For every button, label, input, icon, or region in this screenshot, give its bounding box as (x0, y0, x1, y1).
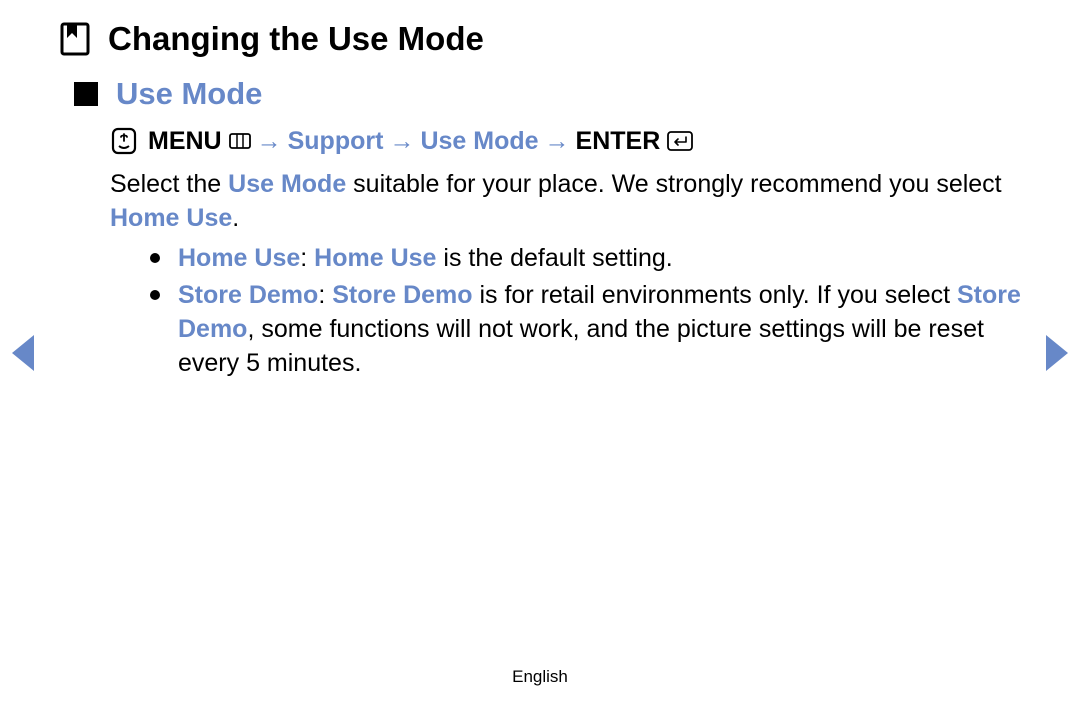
home-use-term: Home Use (314, 244, 436, 272)
home-use-term: Home Use (178, 244, 300, 272)
list-item: Store Demo: Store Demo is for retail env… (150, 279, 1030, 380)
menu-button-icon (229, 133, 251, 149)
text-fragment: : (318, 281, 332, 309)
text-fragment: is the default setting. (436, 244, 672, 272)
square-bullet-icon (74, 82, 98, 106)
prev-page-arrow[interactable] (12, 335, 34, 371)
intro-paragraph: Select the Use Mode suitable for your pl… (110, 168, 1030, 236)
arrow-separator: → (545, 127, 570, 156)
section-header: Use Mode (60, 76, 1030, 112)
enter-label: ENTER (576, 127, 661, 156)
support-label: Support (288, 127, 384, 156)
arrow-separator: → (389, 127, 414, 156)
home-use-term: Home Use (110, 204, 232, 232)
text-fragment: suitable for your place. We strongly rec… (346, 170, 1001, 198)
menu-navigation-path: MENU → Support → Use Mode → ENTER (110, 126, 1030, 156)
next-page-arrow[interactable] (1046, 335, 1068, 371)
menu-label: MENU (148, 127, 222, 156)
text-fragment: . (232, 204, 239, 232)
text-fragment: Select the (110, 170, 228, 198)
chapter-title: Changing the Use Mode (108, 20, 484, 58)
footer-language: English (0, 667, 1080, 687)
text-fragment: , some functions will not work, and the … (178, 315, 984, 377)
use-mode-label: Use Mode (420, 127, 538, 156)
enter-button-icon (667, 131, 693, 151)
options-list: Home Use: Home Use is the default settin… (150, 242, 1030, 381)
chapter-header: Changing the Use Mode (60, 20, 1030, 58)
text-fragment: : (300, 244, 314, 272)
bookmark-icon (60, 22, 90, 56)
list-item: Home Use: Home Use is the default settin… (150, 242, 1030, 276)
use-mode-term: Use Mode (228, 170, 346, 198)
text-fragment: is for retail environments only. If you … (473, 281, 957, 309)
remote-icon (110, 126, 138, 156)
arrow-separator: → (257, 127, 282, 156)
section-title: Use Mode (116, 76, 262, 112)
store-demo-term: Store Demo (178, 281, 318, 309)
store-demo-term: Store Demo (332, 281, 472, 309)
